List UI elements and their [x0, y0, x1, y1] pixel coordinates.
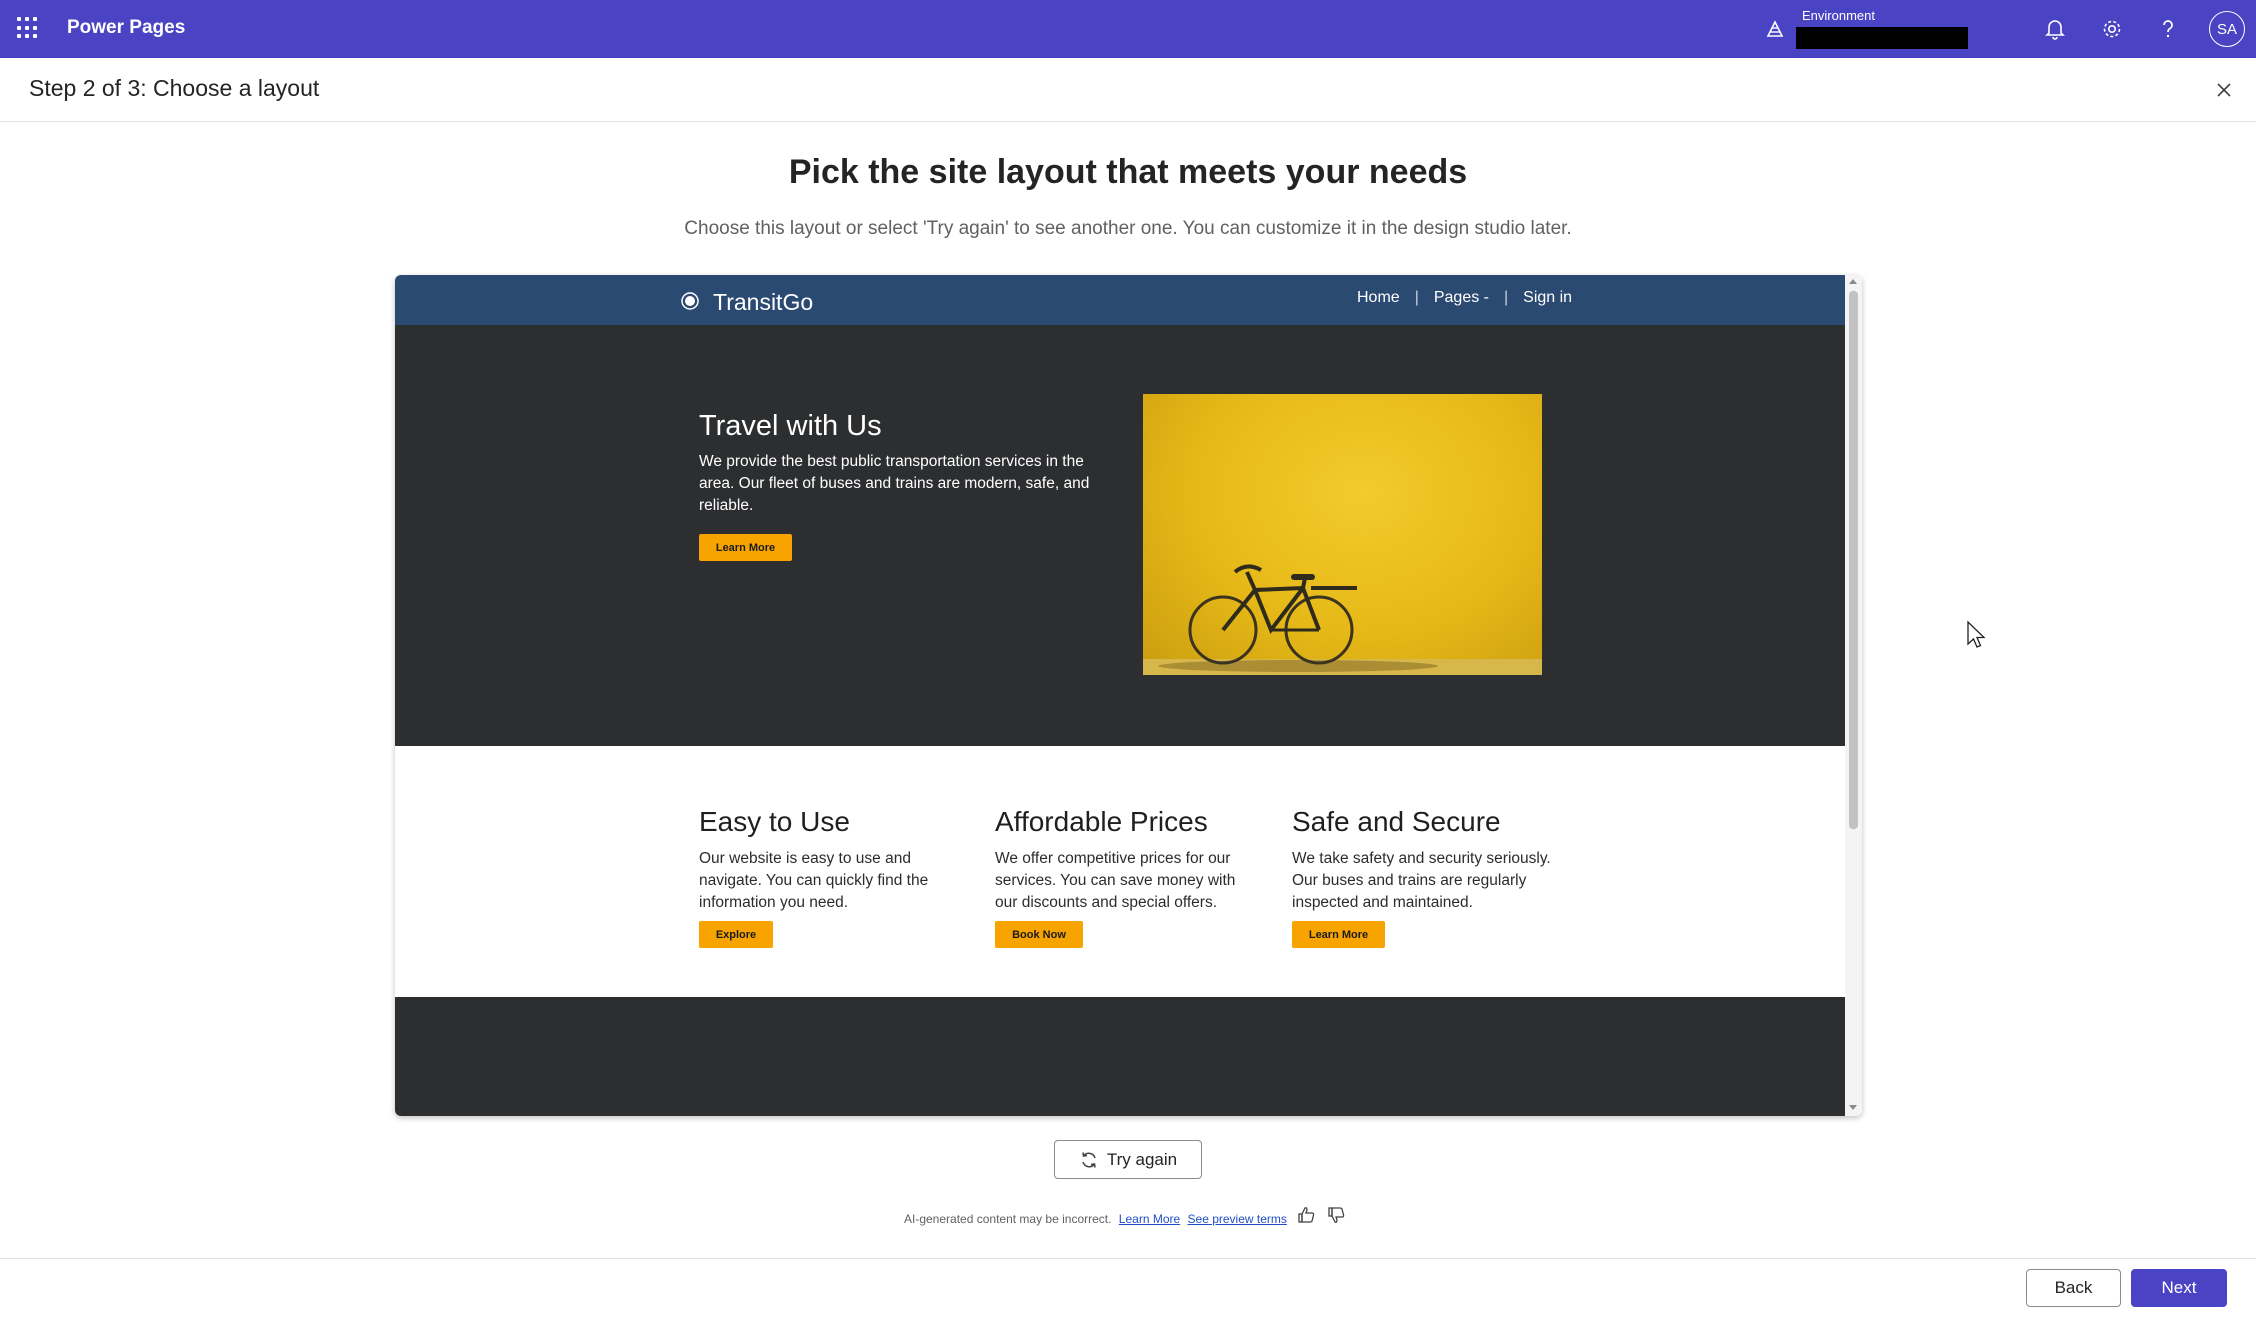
- environment-icon: [1766, 20, 1784, 37]
- scrollbar-thumb[interactable]: [1849, 291, 1858, 829]
- preview-hero: Travel with Us We provide the best publi…: [395, 325, 1845, 746]
- preview-navbar: TransitGo Home | Pages - | Sign in: [395, 275, 1845, 325]
- feature-card: Easy to Use Our website is easy to use a…: [699, 806, 959, 914]
- preview-nav-pages: Pages -: [1433, 289, 1489, 306]
- scroll-down-icon[interactable]: [1849, 1105, 1857, 1110]
- preview-features: Easy to Use Our website is easy to use a…: [395, 746, 1845, 997]
- header-divider: [0, 121, 2256, 122]
- back-button[interactable]: Back: [2026, 1269, 2121, 1307]
- page-subheading: Choose this layout or select 'Try again'…: [684, 218, 1572, 239]
- thumbs-up-icon[interactable]: [1296, 1204, 1318, 1226]
- preview-nav-links: Home | Pages - | Sign in: [1357, 289, 1572, 307]
- environment-label: Environment: [1802, 8, 1875, 23]
- page-heading: Pick the site layout that meets your nee…: [788, 153, 1468, 191]
- bell-icon[interactable]: [2042, 16, 2068, 42]
- preview-footer: [395, 997, 1845, 1116]
- preview-terms-link[interactable]: See preview terms: [1188, 1212, 1287, 1226]
- refresh-icon: [1082, 1151, 1096, 1168]
- learn-more-link[interactable]: Learn More: [1119, 1212, 1180, 1226]
- feature-card: Affordable Prices We offer competitive p…: [995, 806, 1255, 914]
- hero-learn-more-button: Learn More: [699, 534, 792, 561]
- hero-title: Travel with Us: [699, 410, 882, 442]
- feature-text: We offer competitive prices for our serv…: [995, 850, 1236, 911]
- feature-card: Safe and Secure We take safety and secur…: [1292, 806, 1552, 914]
- feature-title: Affordable Prices: [995, 806, 1208, 837]
- preview-nav-home: Home: [1357, 289, 1400, 306]
- book-now-button: Book Now: [995, 921, 1083, 948]
- preview-nav-signin: Sign in: [1523, 289, 1573, 306]
- preview-scrollbar[interactable]: [1845, 275, 1862, 1116]
- step-title: Step 2 of 3: Choose a layout: [29, 75, 320, 101]
- feature-title: Safe and Secure: [1292, 806, 1501, 837]
- scroll-up-icon[interactable]: [1849, 279, 1857, 284]
- top-bar: Power Pages Environment SA: [0, 0, 2256, 58]
- bicycle-image: [1158, 564, 1438, 672]
- try-again-label: Try again: [1106, 1149, 1178, 1169]
- footer-divider: [0, 1258, 2256, 1259]
- explore-button: Explore: [699, 921, 773, 948]
- app-title[interactable]: Power Pages: [67, 17, 185, 39]
- nav-separator: |: [1503, 289, 1509, 306]
- thumbs-down-icon[interactable]: [1326, 1204, 1348, 1226]
- feature-title: Easy to Use: [699, 806, 850, 837]
- hero-text: We provide the best public transportatio…: [699, 453, 1090, 514]
- environment-selector[interactable]: [1796, 27, 1968, 49]
- avatar[interactable]: SA: [2209, 11, 2245, 47]
- feature-text: Our website is easy to use and navigate.…: [699, 850, 929, 911]
- brand-logo-icon: [681, 292, 699, 310]
- feature-text: We take safety and security seriously. O…: [1292, 850, 1551, 911]
- feature-learn-more-button: Learn More: [1292, 921, 1385, 948]
- nav-separator: |: [1414, 289, 1419, 306]
- next-button[interactable]: Next: [2131, 1269, 2227, 1307]
- hero-image: [1143, 394, 1542, 675]
- waffle-icon[interactable]: [17, 17, 39, 39]
- help-icon[interactable]: [2155, 16, 2181, 42]
- disclaimer-text: AI-generated content may be incorrect.: [904, 1212, 1112, 1226]
- layout-preview[interactable]: TransitGo Home | Pages - | Sign in Trave…: [395, 275, 1862, 1116]
- close-icon[interactable]: [2212, 78, 2236, 102]
- ai-disclaimer: AI-generated content may be incorrect. L…: [904, 1212, 1287, 1226]
- preview-brand: TransitGo: [713, 289, 814, 315]
- try-again-button[interactable]: Try again: [1054, 1140, 1202, 1179]
- mouse-cursor-icon: [1967, 620, 1986, 648]
- gear-icon[interactable]: [2099, 16, 2125, 42]
